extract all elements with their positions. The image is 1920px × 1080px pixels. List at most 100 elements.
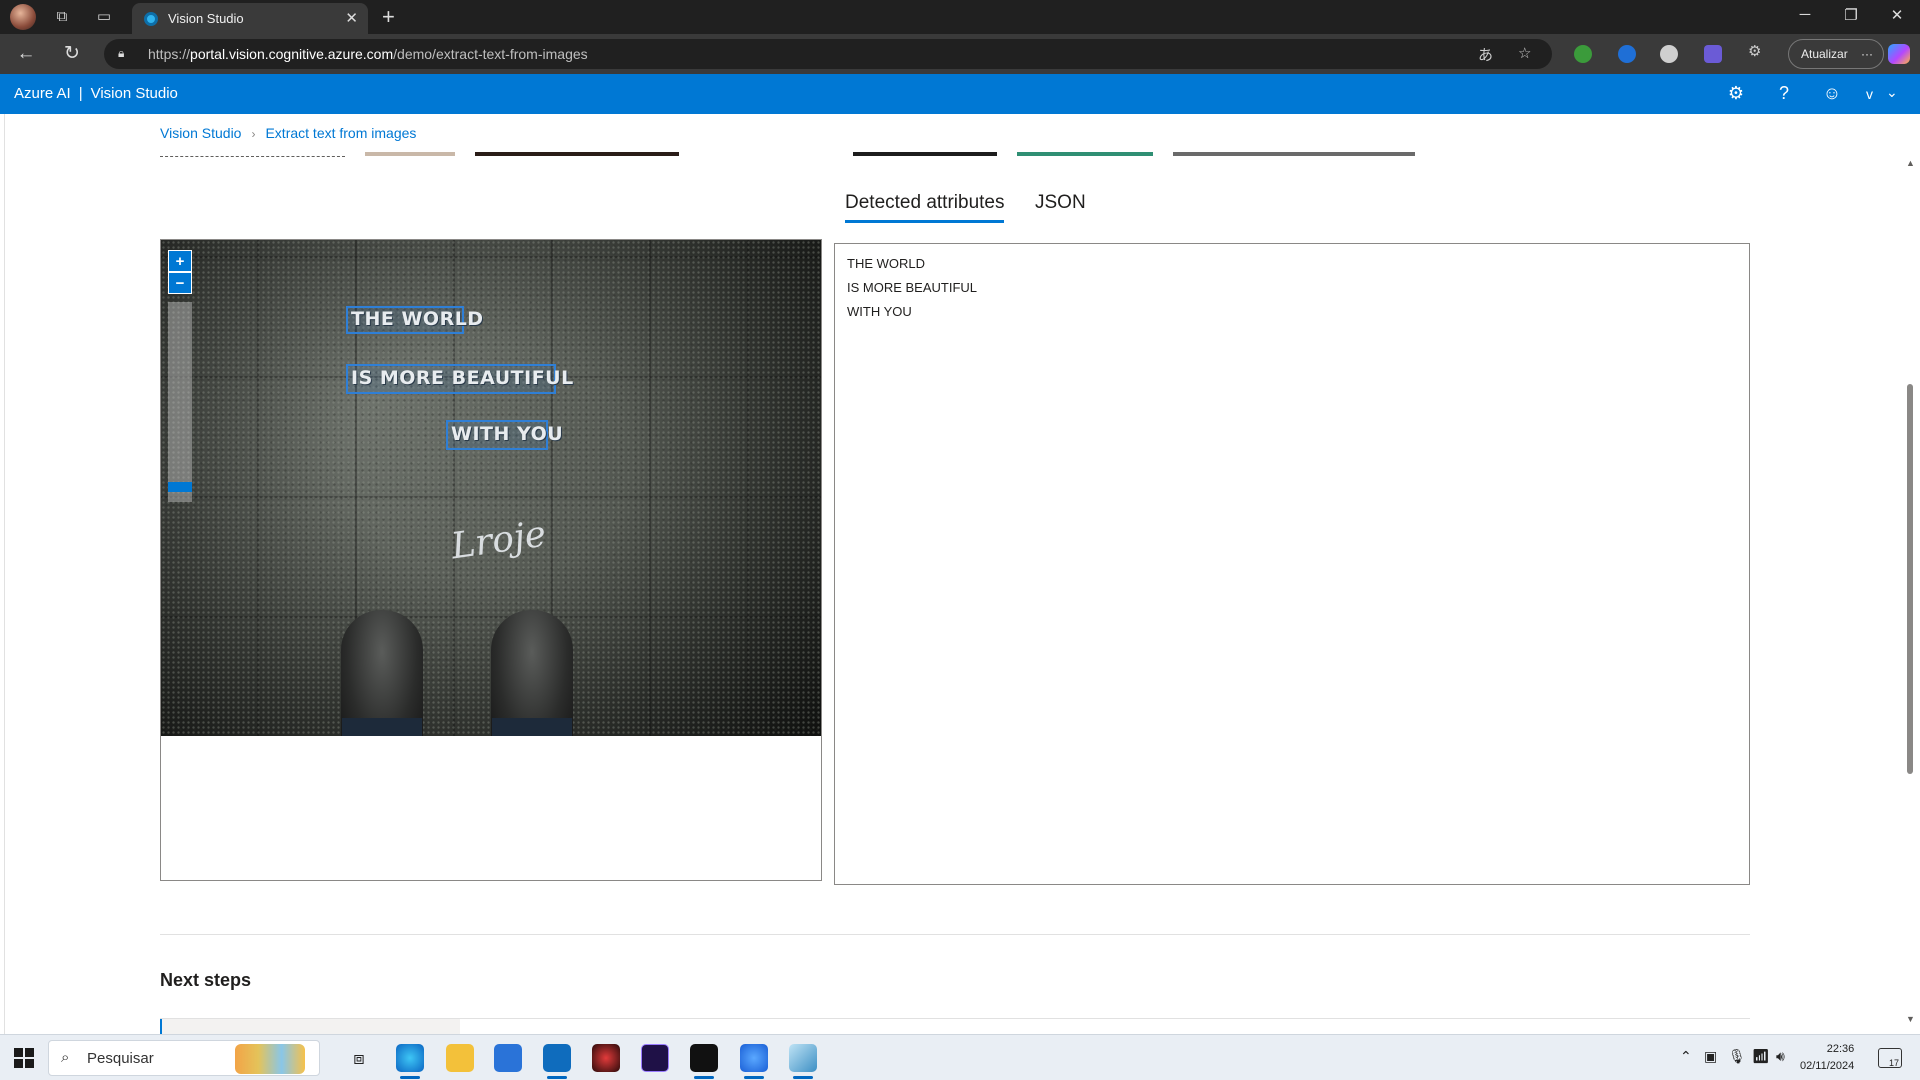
breadcrumb-current[interactable]: Extract text from images (265, 125, 416, 141)
sample-thumbnail[interactable] (365, 152, 455, 156)
sample-thumbnail[interactable] (1017, 152, 1153, 156)
help-icon[interactable]: ? (1772, 83, 1796, 104)
extensions-puzzle-icon[interactable]: ⚙ (1748, 42, 1766, 60)
system-clock[interactable]: 22:36 02/11/2024 (1800, 1041, 1854, 1075)
start-windows-icon[interactable] (14, 1048, 34, 1068)
ocr-line-3: WITH YOU (451, 423, 564, 445)
tab-vision-studio[interactable]: Vision Studio ✕ (132, 3, 368, 34)
favorite-star-icon[interactable]: ☆ (1518, 44, 1531, 62)
task-view-icon[interactable]: ⧈ (345, 1044, 373, 1072)
browser-tab-strip: ⧉ ▭ Vision Studio ✕ + ─ ❐ ✕ (0, 0, 1920, 34)
detected-line: THE WORLD (847, 256, 925, 271)
outlook-icon[interactable] (543, 1044, 571, 1079)
extension-grey-icon[interactable] (1660, 45, 1678, 63)
ocr-line-1: THE WORLD (351, 308, 484, 330)
terminal-icon[interactable] (690, 1044, 718, 1079)
breadcrumb: Vision Studio › Extract text from images (160, 125, 416, 141)
show-hidden-icons-chevron-up-icon[interactable]: ⌃ (1680, 1048, 1692, 1065)
extension-green-icon[interactable] (1574, 45, 1592, 63)
user-initial[interactable]: v (1866, 86, 1873, 102)
file-explorer-icon[interactable] (446, 1044, 474, 1072)
taskbar-search[interactable]: ⌕ Pesquisar (48, 1040, 320, 1076)
address-bar[interactable]: 🔒︎ https://portal.vision.cognitive.azure… (104, 39, 1552, 69)
vision-studio-favicon-icon (144, 12, 158, 26)
main-content: Vision Studio › Extract text from images D… (4, 114, 1916, 1034)
zoom-slider-handle[interactable] (168, 482, 192, 492)
sample-thumbnail[interactable] (475, 152, 679, 156)
detected-text-panel: THE WORLD IS MORE BEAUTIFUL WITH YOU (834, 243, 1750, 885)
sample-thumbnail[interactable] (1173, 152, 1415, 156)
update-button[interactable]: Atualizar ··· (1788, 39, 1884, 69)
right-jeans (492, 718, 572, 736)
new-tab-icon[interactable]: + (382, 4, 395, 30)
after-effects-icon[interactable] (641, 1044, 669, 1072)
zoom-slider[interactable] (168, 302, 192, 502)
zoom-in-button[interactable]: + (168, 250, 192, 272)
brand-azure-ai: Azure AI (14, 85, 71, 102)
chevron-right-icon: › (251, 127, 256, 141)
extension-blue-icon[interactable] (1618, 45, 1636, 63)
search-placeholder: Pesquisar (87, 1050, 154, 1067)
microsoft-store-icon[interactable] (494, 1044, 522, 1072)
search-highlight-illustration (235, 1044, 305, 1074)
brand-separator: | (78, 85, 83, 102)
browser-toolbar: ← ↻ 🔒︎ https://portal.vision.cognitive.a… (0, 34, 1920, 74)
zoom-out-button[interactable]: − (168, 272, 192, 294)
close-tab-icon[interactable]: ✕ (345, 9, 358, 27)
settings-gear-icon[interactable]: ⚙ (1724, 83, 1748, 104)
analyzed-photo[interactable]: THE WORLD IS MORE BEAUTIFUL WITH YOU Lro… (161, 240, 821, 736)
search-icon: ⌕ (61, 1049, 70, 1066)
edge-browser-icon[interactable] (396, 1044, 424, 1079)
scroll-down-icon[interactable]: ▼ (1906, 1014, 1915, 1024)
copilot-icon[interactable] (1888, 44, 1910, 64)
wifi-icon[interactable]: 📶︎ (1752, 1048, 1770, 1065)
refresh-icon[interactable]: ↻ (60, 42, 84, 66)
clock-date: 02/11/2024 (1800, 1060, 1855, 1072)
brand-vision-studio: Vision Studio (90, 85, 178, 102)
tab-detected-attributes[interactable]: Detected attributes (845, 192, 1005, 223)
restore-icon[interactable]: ❐ (1836, 6, 1866, 24)
detected-line: WITH YOU (847, 304, 912, 319)
image-viewer: THE WORLD IS MORE BEAUTIFUL WITH YOU Lro… (160, 239, 822, 881)
profile-avatar[interactable] (10, 4, 36, 30)
breadcrumb-root[interactable]: Vision Studio (160, 125, 241, 141)
chevron-down-icon[interactable]: ⌄ (1886, 84, 1898, 101)
app-blue-icon[interactable] (740, 1044, 768, 1079)
next-step-card[interactable] (160, 1019, 460, 1034)
page-scrollbar[interactable]: ▲ ▼ (1904, 114, 1916, 1034)
notification-center-icon[interactable]: 17 (1878, 1048, 1902, 1068)
left-jeans (342, 718, 422, 736)
app-light-blue-icon[interactable] (789, 1044, 817, 1079)
minimize-icon[interactable]: ─ (1790, 6, 1820, 23)
taskbar: ⌕ Pesquisar ⧈ ⌃ ▣ 🎙︎ 📶︎ 🔊︎ 22:36 02/11/2… (0, 1034, 1920, 1080)
meet-now-icon[interactable]: ▣ (1704, 1048, 1717, 1065)
feedback-smiley-icon[interactable]: ☺ (1820, 83, 1844, 104)
read-aloud-icon[interactable]: あ (1478, 44, 1493, 65)
app-header: Azure AI | Vision Studio ⚙ ? ☺ v ⌄ (0, 74, 1920, 114)
url-text[interactable]: https://portal.vision.cognitive.azure.co… (148, 46, 588, 62)
davinci-app-icon[interactable] (592, 1044, 620, 1072)
sample-thumbnail-upload[interactable] (160, 156, 345, 157)
tab-actions-icon[interactable]: ▭ (94, 7, 114, 27)
clock-time: 22:36 (1826, 1043, 1855, 1055)
microphone-icon[interactable]: 🎙︎ (1728, 1048, 1746, 1065)
extension-purple-icon[interactable] (1704, 45, 1722, 63)
scrollbar-thumb[interactable] (1907, 384, 1913, 774)
app-brand[interactable]: Azure AI | Vision Studio (14, 85, 178, 102)
section-divider (160, 934, 1750, 935)
lock-icon[interactable]: 🔒︎ (118, 46, 124, 61)
sample-thumbnail[interactable] (853, 152, 997, 156)
detected-line: IS MORE BEAUTIFUL (847, 280, 978, 295)
tab-title: Vision Studio (168, 11, 244, 26)
ocr-line-2: IS MORE BEAUTIFUL (351, 367, 574, 389)
notification-count: 17 (1888, 1058, 1899, 1068)
next-steps-heading: Next steps (160, 970, 252, 990)
workspaces-icon[interactable]: ⧉ (52, 7, 72, 27)
back-icon[interactable]: ← (14, 42, 38, 66)
next-steps-cards (160, 1018, 1750, 1034)
close-window-icon[interactable]: ✕ (1882, 6, 1912, 24)
scroll-up-icon[interactable]: ▲ (1906, 158, 1915, 168)
volume-icon[interactable]: 🔊︎ (1776, 1048, 1785, 1065)
zoom-control: + − (168, 250, 192, 502)
tab-json[interactable]: JSON (1035, 192, 1086, 214)
